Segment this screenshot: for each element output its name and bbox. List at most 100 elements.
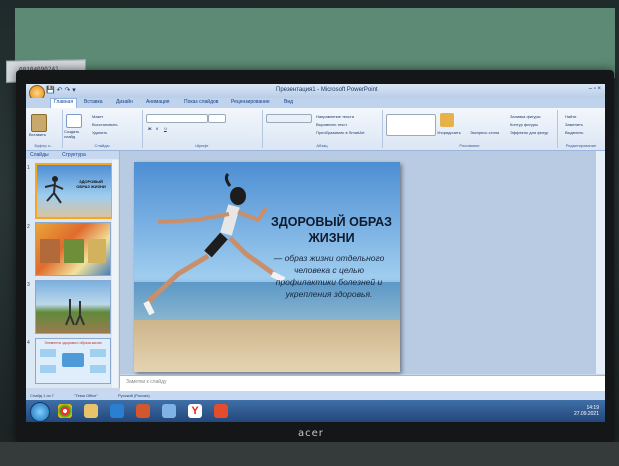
tab-home[interactable]: Главная [50,98,78,108]
slide-body-text[interactable]: — образ жизни отдельного человека с цель… [264,252,394,300]
arrange-button[interactable]: Упорядочить [437,130,461,135]
thumb-photo [88,239,106,263]
thumb-diagram-box [40,365,56,373]
yandex-icon[interactable]: Y [188,404,202,418]
italic-button[interactable]: К [156,126,158,131]
slide-thumbnail-3[interactable] [35,280,111,334]
thumb-runner-image [44,176,64,204]
thumb-diagram-box [40,349,56,357]
thumb-number: 3 [27,282,30,288]
thumb-title: ЗДОРОВЫЙ ОБРАЗ ЖИЗНИ [76,179,106,189]
clock-date: 27.09.2021 [573,411,599,417]
tab-design[interactable]: Дизайн [116,99,133,105]
slide-thumbnail-1[interactable]: ЗДОРОВЫЙ ОБРАЗ ЖИЗНИ [35,163,113,219]
media-player-icon[interactable] [110,404,124,418]
tab-view[interactable]: Вид [284,99,293,105]
slides-pane-tabs: Слайды Структура [26,151,119,159]
replace-button[interactable]: Заменить [565,122,583,127]
powerpoint-icon[interactable] [136,404,150,418]
arrange-icon[interactable] [440,113,454,127]
group-paragraph: Направление текста Выровнять текст Преоб… [262,110,383,148]
taskbar-clock[interactable]: 14:19 27.09.2021 [574,405,599,417]
tab-insert[interactable]: Вставка [84,99,103,105]
shape-outline-button[interactable]: Контур фигуры [510,122,538,127]
slide-title[interactable]: ЗДОРОВЫЙ ОБРАЗ ЖИЗНИ [264,214,399,246]
title-bar: 💾 ↶ ↷ ▾ Презентация1 - Microsoft PowerPo… [26,84,605,101]
align-text-button[interactable]: Выровнять текст [316,122,347,127]
slide-thumbnail-4[interactable]: Элементы здорового образа жизни [35,338,111,384]
font-group-label: Шрифт [195,143,209,148]
notes-placeholder: Заметки к слайду [126,379,167,385]
chrome-icon[interactable] [58,404,72,418]
editing-group-label: Редактирование [565,143,597,148]
slide-area-scrollbar[interactable] [596,151,605,374]
thumb-photo [40,239,60,263]
list-buttons[interactable] [266,114,312,123]
font-size-field[interactable] [208,114,226,123]
status-slide-count: Слайд 1 из 7 [30,393,54,398]
reset-button[interactable]: Восстановить [92,122,118,127]
ribbon-tabs: Главная Вставка Дизайн Анимация Показ сл… [26,98,605,108]
slides-pane: Слайды Структура 1 ЗДОРОВЫЙ ОБРАЗ ЖИЗНИ … [26,151,120,388]
thumb-diagram-box [90,349,106,357]
file-explorer-icon[interactable] [84,404,98,418]
paste-icon[interactable] [31,114,47,132]
group-clipboard: Вставить Буфер о... [26,110,63,148]
status-language: Русский (Россия) [118,393,150,398]
tab-review[interactable]: Рецензирование [231,99,270,105]
smartart-button[interactable]: Преобразовать в SmartArt [316,130,365,135]
shapes-gallery[interactable] [386,114,436,136]
shape-effects-button[interactable]: Эффекты для фигур [510,130,548,135]
bold-button[interactable]: Ж [148,126,152,131]
group-slides: Создать слайд Макет Восстановить Удалить… [62,110,143,148]
font-name-field[interactable] [146,114,208,123]
quick-styles-button[interactable]: Экспресс-стили [470,130,499,135]
tab-slides[interactable]: Слайды [30,152,49,158]
status-bar: Слайд 1 из 7 "Тема Office" Русский (Росс… [26,391,605,400]
shape-fill-button[interactable]: Заливка фигуры [510,114,541,119]
background-green-panel [15,8,615,78]
underline-button[interactable]: Ч [164,126,167,131]
ribbon: Вставить Буфер о... Создать слайд Макет … [26,108,605,151]
current-slide[interactable]: ЗДОРОВЫЙ ОБРАЗ ЖИЗНИ — образ жизни отдел… [134,162,400,372]
tab-animation[interactable]: Анимация [146,99,169,105]
find-button[interactable]: Найти [565,114,576,119]
quick-access-toolbar[interactable]: 💾 ↶ ↷ ▾ [46,86,76,94]
notes-pane[interactable]: Заметки к слайду [120,375,605,392]
window-controls[interactable]: – ▫ × [589,86,601,92]
status-theme: "Тема Office" [74,393,98,398]
slides-group-label: Слайды [94,143,110,148]
paint-icon[interactable] [162,404,176,418]
clipboard-group-label: Буфер о... [34,143,54,148]
layout-button[interactable]: Макет [92,114,103,119]
select-button[interactable]: Выделить [565,130,583,135]
group-font: Ж К Ч Шрифт [142,110,263,148]
tab-outline[interactable]: Структура [62,152,86,158]
taskbar: Y 14:19 27.09.2021 [26,400,605,422]
new-slide-icon[interactable] [66,114,82,128]
desk-surface [0,442,619,466]
group-editing: Найти Заменить Выделить Редактирование [557,110,605,148]
slide-thumbnail-2[interactable] [35,222,111,276]
text-direction-button[interactable]: Направление текста [316,114,354,119]
screen: 💾 ↶ ↷ ▾ Презентация1 - Microsoft PowerPo… [26,84,605,422]
thumb-number: 4 [27,340,30,346]
paste-button[interactable]: Вставить [29,132,46,137]
group-drawing: Упорядочить Экспресс-стили Заливка фигур… [382,110,558,148]
tab-slideshow[interactable]: Показ слайдов [184,99,218,105]
thumb-diagram-center [62,353,84,367]
windows-start-icon[interactable] [30,402,50,422]
drawing-group-label: Рисование [459,143,480,148]
delete-button[interactable]: Удалить [92,130,107,135]
thumb-number: 1 [27,165,30,171]
new-slide-button[interactable]: Создать слайд [64,129,86,139]
mail-icon[interactable] [214,404,228,418]
thumb-runners-image [65,299,85,326]
paragraph-group-label: Абзац [316,143,328,148]
thumb-diagram-box [90,365,106,373]
thumb-title: Элементы здорового образа жизни [44,341,102,345]
thumb-photo [64,239,84,263]
thumb-number: 2 [27,224,30,230]
monitor-brand-logo: acer [298,428,324,439]
slides-pane-scrollbar[interactable] [112,160,118,388]
